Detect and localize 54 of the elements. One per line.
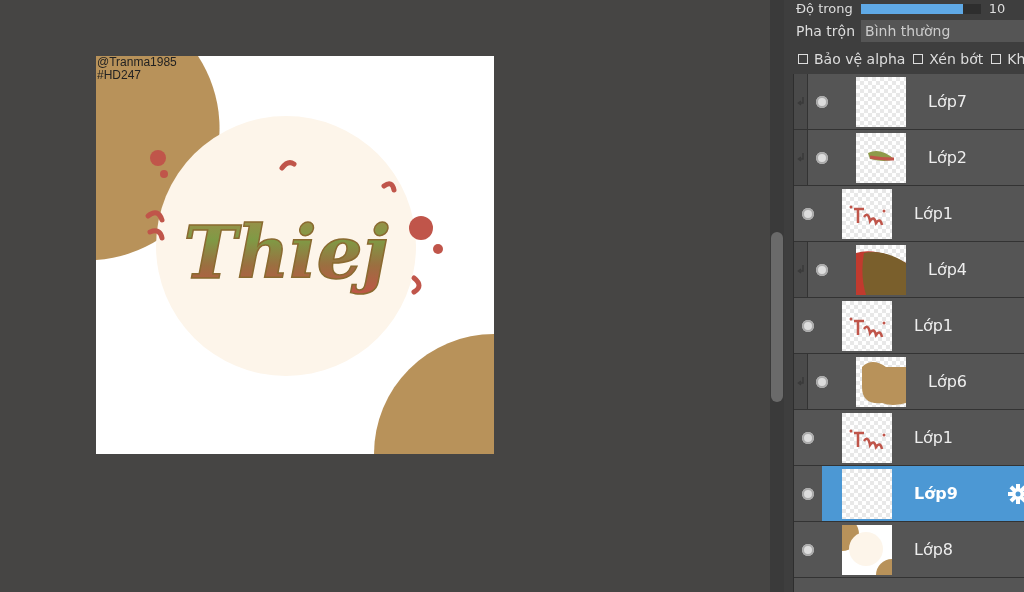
layer-name: Lớp7 [928,92,968,111]
lettering-text: Thiej [183,210,389,295]
layer-thumbnail [842,468,892,519]
paint-splash [411,275,422,295]
scrollbar-thumb[interactable] [771,232,783,402]
visibility-toggle[interactable] [816,151,828,164]
option-checkbox[interactable]: Kh [991,50,1024,67]
layer-name: Lớp8 [914,540,954,559]
layer-name: Lớp6 [928,372,968,391]
layer-item[interactable]: Lớp8 [822,522,1024,577]
visibility-toggle[interactable] [816,95,828,108]
blend-mode-dropdown[interactable]: Bình thường [861,20,1024,42]
layer-name: Lớp9 [914,484,958,503]
layer-name: Lớp1 [914,204,954,223]
layer-thumbnail [842,412,892,463]
layer-item[interactable]: Lớp1 [822,298,1024,353]
layer-thumbnail [842,188,892,239]
layer-thumbnail [842,300,892,351]
layer-name: Lớp2 [928,148,968,167]
layer-name: Lớp4 [928,260,968,279]
paint-splash [381,181,397,193]
layer-thumbnail [842,524,892,575]
visibility-toggle[interactable] [802,487,814,500]
visibility-toggle[interactable] [816,375,828,388]
layer-thumbnail [856,356,906,407]
paint-splash [145,210,165,241]
layer-item[interactable]: Lớp7 [836,74,1024,129]
layer-thumbnail [856,132,906,183]
paint-splash [279,160,297,171]
layer-item[interactable]: Lớp1 [822,410,1024,465]
visibility-toggle[interactable] [816,263,828,276]
opacity-slider[interactable] [860,3,981,14]
option-checkbox[interactable]: Bảo vệ alpha [798,50,906,67]
layer-name: Lớp1 [914,428,954,447]
credit-text: #HD247 [97,69,143,82]
layer-item[interactable]: Lớp2 [836,130,1024,185]
layer-name: Lớp1 [914,316,954,335]
opacity-value: 10 [988,1,1006,16]
blend-mode-label: Pha trộn [796,23,856,39]
paint-splash [150,150,168,178]
visibility-toggle[interactable] [802,431,814,444]
layer-item[interactable]: Lớp4 [836,242,1024,297]
visibility-toggle[interactable] [802,319,814,332]
visibility-toggle[interactable] [802,207,814,220]
option-checkbox[interactable]: Xén bớt [913,50,984,67]
opacity-label: Độ trong [796,1,853,16]
layer-item[interactable]: Lớp6 [836,354,1024,409]
layer-thumbnail [856,244,906,295]
settings-icon[interactable] [1008,483,1024,504]
layer-thumbnail [856,76,906,127]
visibility-toggle[interactable] [802,543,814,556]
paint-splash [409,216,443,254]
credit-text: @Tranma1985 [97,56,177,69]
layer-item[interactable]: Lớp1 [822,186,1024,241]
